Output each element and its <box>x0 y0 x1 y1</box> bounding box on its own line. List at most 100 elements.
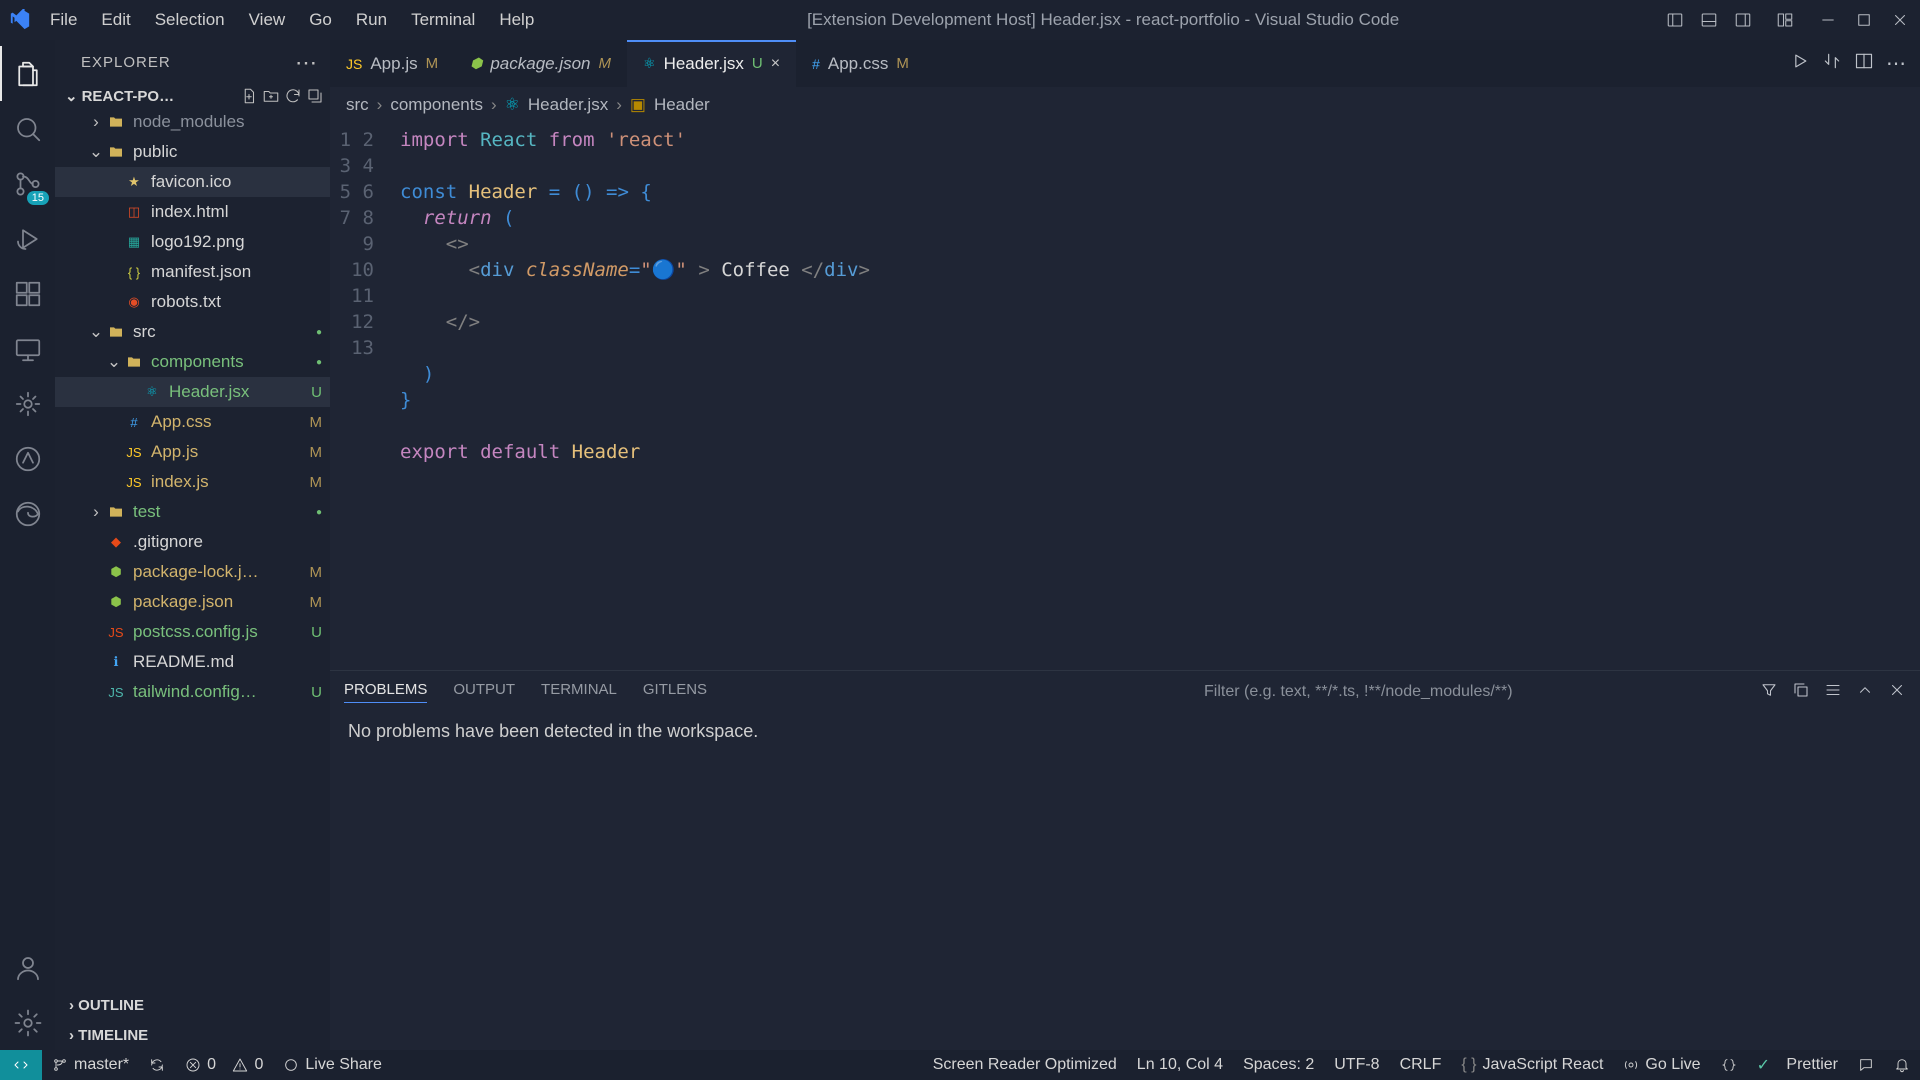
menu-terminal[interactable]: Terminal <box>399 0 487 40</box>
activity-liveshare[interactable] <box>0 431 55 486</box>
run-icon[interactable] <box>1790 51 1810 76</box>
status-eol[interactable]: CRLF <box>1390 1056 1452 1074</box>
menu-edit[interactable]: Edit <box>89 0 142 40</box>
menu-view[interactable]: View <box>237 0 298 40</box>
outline-section[interactable]: › OUTLINE <box>59 990 326 1020</box>
file-tree: ›node_modules⌄public★favicon.ico◫index.h… <box>55 107 330 990</box>
diff-icon[interactable] <box>1822 51 1842 76</box>
tree-file[interactable]: ⬢package-lock.j…M <box>55 557 330 587</box>
menu-run[interactable]: Run <box>344 0 399 40</box>
panel-left-icon[interactable] <box>1660 0 1690 40</box>
activity-explorer[interactable] <box>0 46 55 101</box>
status-prettier[interactable]: ✓ Prettier <box>1747 1055 1848 1075</box>
breadcrumb-part[interactable]: src <box>346 95 369 115</box>
editor-body[interactable]: 1 2 3 4 5 6 7 8 9 10 11 12 13 import Rea… <box>330 123 1920 670</box>
tree-file[interactable]: ℹREADME.md <box>55 647 330 677</box>
folder-icon <box>105 144 127 160</box>
breadcrumb-part[interactable]: components <box>390 95 483 115</box>
tree-file[interactable]: #App.cssM <box>55 407 330 437</box>
tree-file[interactable]: JSApp.jsM <box>55 437 330 467</box>
status-language[interactable]: { }JavaScript React <box>1451 1056 1613 1074</box>
tree-file[interactable]: ◉robots.txt <box>55 287 330 317</box>
filter-icon[interactable] <box>1760 681 1778 703</box>
activity-extensions[interactable] <box>0 266 55 321</box>
list-icon[interactable] <box>1824 681 1842 703</box>
folder-header[interactable]: ⌄ REACT-PO… <box>55 85 330 107</box>
status-branch[interactable]: master* <box>42 1056 139 1074</box>
timeline-section[interactable]: › TIMELINE <box>59 1020 326 1050</box>
tab-close-icon[interactable]: × <box>771 55 780 73</box>
activity-edge[interactable] <box>0 486 55 541</box>
status-encoding[interactable]: UTF-8 <box>1324 1056 1389 1074</box>
split-icon[interactable] <box>1854 51 1874 76</box>
activity-search[interactable] <box>0 101 55 156</box>
activity-account[interactable] <box>0 940 55 995</box>
tree-file[interactable]: JSpostcss.config.jsU <box>55 617 330 647</box>
editor-tab[interactable]: JSApp.jsM <box>330 40 454 87</box>
new-folder-icon[interactable] <box>262 87 280 105</box>
tree-folder[interactable]: ⌄components● <box>55 347 330 377</box>
panel-right-icon[interactable] <box>1728 0 1758 40</box>
panel-tab-terminal[interactable]: TERMINAL <box>541 681 617 703</box>
menu-help[interactable]: Help <box>487 0 546 40</box>
panel-tab-problems[interactable]: PROBLEMS <box>344 681 427 703</box>
activity-scm[interactable]: 15 <box>0 156 55 211</box>
breadcrumb-part[interactable]: Header <box>654 95 710 115</box>
new-file-icon[interactable] <box>240 87 258 105</box>
status-screenreader[interactable]: Screen Reader Optimized <box>923 1056 1127 1074</box>
code-content[interactable]: import React from 'react' const Header =… <box>390 123 1920 670</box>
status-bell[interactable] <box>1884 1057 1920 1073</box>
activity-debug[interactable] <box>0 211 55 266</box>
maximize-icon[interactable] <box>1846 0 1882 40</box>
sidebar-title-label: EXPLORER <box>81 54 171 71</box>
more-icon[interactable]: ⋯ <box>1886 54 1906 74</box>
close-icon[interactable] <box>1882 0 1918 40</box>
tree-folder[interactable]: ⌄public <box>55 137 330 167</box>
tree-file[interactable]: ⬢package.jsonM <box>55 587 330 617</box>
tree-file[interactable]: ★favicon.ico <box>55 167 330 197</box>
menu-file[interactable]: File <box>38 0 89 40</box>
sidebar-more-icon[interactable]: ⋯ <box>295 50 318 76</box>
editor-tab[interactable]: ⚛Header.jsxU× <box>627 40 796 87</box>
activity-gitlens[interactable] <box>0 376 55 431</box>
panel-bottom-icon[interactable] <box>1694 0 1724 40</box>
tree-file[interactable]: ▦logo192.png <box>55 227 330 257</box>
git-status: ● <box>316 327 322 338</box>
breadcrumb-part[interactable]: Header.jsx <box>528 95 608 115</box>
status-feedback[interactable] <box>1848 1057 1884 1073</box>
tree-file[interactable]: ◫index.html <box>55 197 330 227</box>
layout-customize-icon[interactable] <box>1770 0 1800 40</box>
tree-file[interactable]: JStailwind.config…U <box>55 677 330 707</box>
activity-remote[interactable] <box>0 321 55 376</box>
menu-go[interactable]: Go <box>297 0 344 40</box>
status-liveshare[interactable]: Live Share <box>273 1056 392 1074</box>
status-sync[interactable] <box>139 1057 175 1073</box>
tree-file[interactable]: ◆.gitignore <box>55 527 330 557</box>
minimize-icon[interactable] <box>1810 0 1846 40</box>
tree-folder[interactable]: ⌄src● <box>55 317 330 347</box>
tree-file[interactable]: JSindex.jsM <box>55 467 330 497</box>
collapse-icon[interactable] <box>306 87 324 105</box>
tree-folder[interactable]: ›test● <box>55 497 330 527</box>
activity-settings[interactable] <box>0 995 55 1050</box>
status-golive[interactable]: Go Live <box>1613 1056 1710 1074</box>
close-panel-icon[interactable] <box>1888 681 1906 703</box>
panel-tab-output[interactable]: OUTPUT <box>453 681 515 703</box>
tree-file[interactable]: ⚛Header.jsxU <box>55 377 330 407</box>
remote-indicator[interactable] <box>0 1050 42 1080</box>
editor-tab[interactable]: #App.cssM <box>796 40 925 87</box>
chevron-up-icon[interactable] <box>1856 681 1874 703</box>
breadcrumb[interactable]: src› components› ⚛ Header.jsx› ▣ Header <box>330 87 1920 123</box>
menu-selection[interactable]: Selection <box>143 0 237 40</box>
tree-folder[interactable]: ›node_modules <box>55 107 330 137</box>
panel-tab-gitlens[interactable]: GITLENS <box>643 681 707 703</box>
status-ln-col[interactable]: Ln 10, Col 4 <box>1127 1056 1233 1074</box>
copy-icon[interactable] <box>1792 681 1810 703</box>
tree-file[interactable]: { }manifest.json <box>55 257 330 287</box>
problems-filter-input[interactable]: Filter (e.g. text, **/*.ts, !**/node_mod… <box>1204 683 1734 701</box>
status-problems[interactable]: 0 0 <box>175 1056 273 1074</box>
editor-tab[interactable]: ⬢package.jsonM <box>454 40 627 87</box>
status-spaces[interactable]: Spaces: 2 <box>1233 1056 1324 1074</box>
refresh-icon[interactable] <box>284 87 302 105</box>
status-json[interactable] <box>1711 1057 1747 1073</box>
